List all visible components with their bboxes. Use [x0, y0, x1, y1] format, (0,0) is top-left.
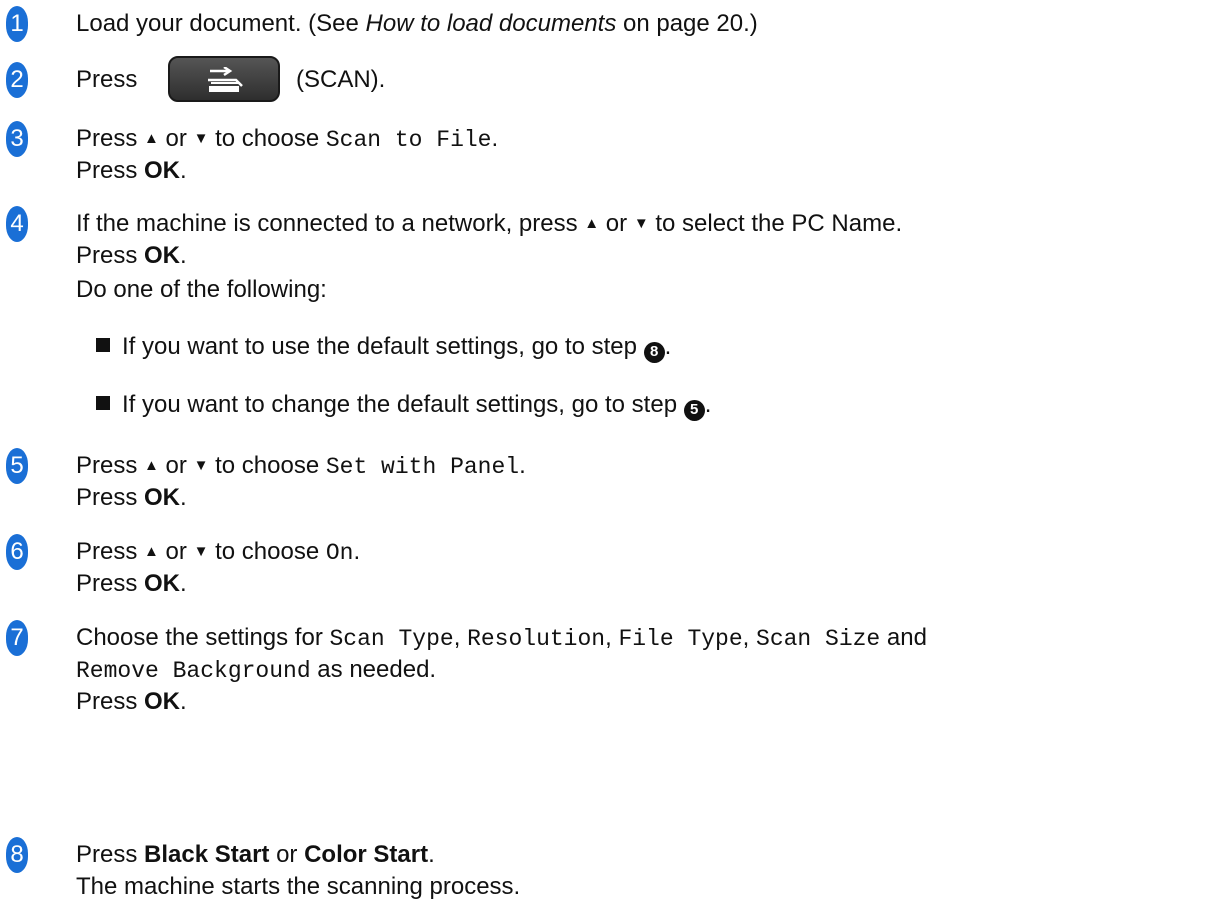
step-number: 8 [6, 837, 28, 873]
step-number: 1 [6, 6, 28, 42]
down-arrow-icon: ▼ [193, 457, 209, 474]
list-item: If you want to use the default settings,… [96, 331, 671, 363]
bullet-icon [96, 396, 110, 410]
step-number: 4 [6, 206, 28, 242]
step-number: 5 [6, 448, 28, 484]
down-arrow-icon: ▼ [193, 130, 209, 147]
scan-icon [208, 67, 243, 92]
bullet-icon [96, 338, 110, 352]
cross-reference: How to load documents [365, 10, 617, 37]
scan-button[interactable] [168, 56, 280, 102]
up-arrow-icon: ▲ [144, 130, 159, 147]
step-number: 3 [6, 121, 28, 157]
step-number: 7 [6, 620, 28, 656]
up-arrow-icon: ▲ [584, 215, 600, 232]
list-item: If you want to change the default settin… [96, 389, 711, 421]
down-arrow-icon: ▼ [633, 215, 649, 232]
down-arrow-icon: ▼ [193, 543, 209, 560]
step-number: 2 [6, 62, 28, 98]
step-number: 6 [6, 534, 28, 570]
up-arrow-icon: ▲ [144, 457, 159, 474]
step-ref-icon: 8 [643, 341, 665, 363]
up-arrow-icon: ▲ [144, 543, 159, 560]
step-ref-icon: 5 [683, 399, 705, 421]
